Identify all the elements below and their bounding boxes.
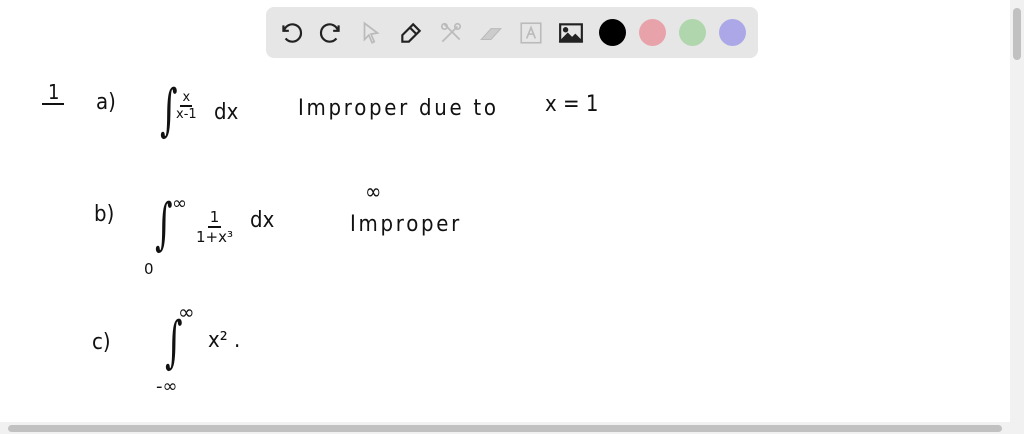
color-black[interactable] (599, 19, 626, 46)
tools-icon (440, 22, 462, 42)
fraction-a: x x-1 (176, 90, 197, 122)
upper-limit-b: ∞ (172, 193, 187, 214)
image-icon (558, 22, 584, 43)
vertical-scroll-thumb[interactable] (1013, 8, 1021, 60)
undo-button[interactable] (276, 18, 306, 48)
eraser-icon (480, 27, 502, 40)
color-pink[interactable] (639, 19, 666, 46)
lower-limit-b: 0 (144, 260, 154, 278)
pen-button[interactable] (396, 18, 426, 48)
image-button[interactable] (556, 18, 586, 48)
pen-icon (401, 22, 422, 43)
undo-icon (282, 22, 303, 43)
integrand-c: x² . (208, 328, 241, 353)
horizontal-scrollbar[interactable] (0, 422, 1010, 434)
redo-button[interactable] (316, 18, 346, 48)
problem-number: 1 (48, 80, 60, 104)
eraser-button[interactable] (476, 18, 506, 48)
fraction-b: 1 1+x³ (196, 208, 234, 246)
note-b: Improper (350, 212, 463, 237)
text-icon (520, 21, 542, 44)
upper-limit-c: ∞ (178, 300, 195, 324)
color-green[interactable] (679, 19, 706, 46)
drawing-toolbar (266, 7, 758, 58)
dx-b: dx (250, 208, 275, 233)
lower-limit-c: -∞ (156, 376, 178, 397)
color-purple[interactable] (719, 19, 746, 46)
tools-button[interactable] (436, 18, 466, 48)
dx-a: dx (214, 100, 239, 125)
select-button[interactable] (356, 18, 386, 48)
redo-icon (319, 22, 340, 43)
condition-a: x = 1 (545, 92, 599, 117)
part-a-label: a) (96, 90, 116, 115)
note-b-infinity: ∞ (365, 180, 382, 205)
select-icon (363, 21, 380, 44)
note-a: Improper due to (298, 96, 499, 121)
part-c-label: c) (92, 330, 111, 355)
vertical-scrollbar[interactable] (1010, 0, 1024, 434)
integral-sign: ∫ (160, 78, 178, 143)
text-button[interactable] (516, 18, 546, 48)
underline (42, 103, 64, 105)
integral-sign: ∫ (155, 192, 173, 257)
horizontal-scroll-thumb[interactable] (8, 425, 1002, 432)
part-b-label: b) (94, 202, 115, 227)
